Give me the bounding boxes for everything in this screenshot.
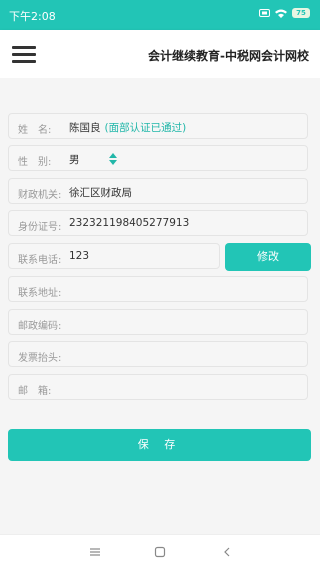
phone-label: 联系电话:: [18, 255, 62, 266]
id-number-field: 身份证号: 232321198405277913: [8, 210, 308, 236]
name-label: 姓 名:: [18, 125, 52, 136]
battery-icon: 75: [292, 8, 310, 18]
email-label: 邮 箱:: [18, 386, 52, 397]
page-title: 会计继续教育-中税网会计网校: [148, 49, 309, 63]
face-verified-badge: (面部认证已通过): [104, 122, 187, 134]
gender-field[interactable]: 性 别: 男: [8, 145, 308, 171]
invoice-title-field[interactable]: 发票抬头:: [8, 341, 308, 367]
phone-field[interactable]: 联系电话: 123: [8, 243, 220, 269]
name-value: 陈国良 (面部认证已通过): [69, 120, 186, 135]
menu-icon[interactable]: [12, 46, 36, 64]
nav-menu-icon[interactable]: [88, 545, 102, 559]
name-field: 姓 名: 陈国良 (面部认证已通过): [8, 113, 308, 139]
status-time: 下午2:08: [9, 10, 56, 23]
nav-home-icon[interactable]: [153, 545, 167, 559]
email-field[interactable]: 邮 箱:: [8, 374, 308, 400]
name-text: 陈国良: [69, 122, 101, 134]
phone-value: 123: [69, 250, 90, 262]
status-icons: 75: [259, 8, 310, 18]
nav-back-icon[interactable]: [220, 545, 234, 559]
invoice-title-label: 发票抬头:: [18, 353, 62, 364]
gender-value: 男: [69, 154, 80, 166]
header-bar: 会计继续教育-中税网会计网校: [0, 30, 320, 78]
id-number-value: 232321198405277913: [69, 217, 190, 229]
sort-icon[interactable]: [109, 153, 117, 165]
gender-label: 性 别:: [18, 157, 52, 168]
save-button[interactable]: 保 存: [8, 429, 311, 461]
address-label: 联系地址:: [18, 288, 62, 299]
postcode-label: 邮政编码:: [18, 321, 62, 332]
finance-office-value: 徐汇区财政局: [69, 187, 132, 199]
alarm-icon: [259, 9, 270, 17]
status-bar: 下午2:08 75: [0, 0, 320, 30]
edit-button[interactable]: 修改: [225, 243, 311, 271]
finance-office-field: 财政机关: 徐汇区财政局: [8, 178, 308, 204]
id-number-label: 身份证号:: [18, 222, 62, 233]
wifi-icon: [275, 9, 287, 18]
system-nav-bar: [0, 534, 320, 570]
finance-office-label: 财政机关:: [18, 190, 62, 201]
postcode-field[interactable]: 邮政编码:: [8, 309, 308, 335]
address-field[interactable]: 联系地址:: [8, 276, 308, 302]
